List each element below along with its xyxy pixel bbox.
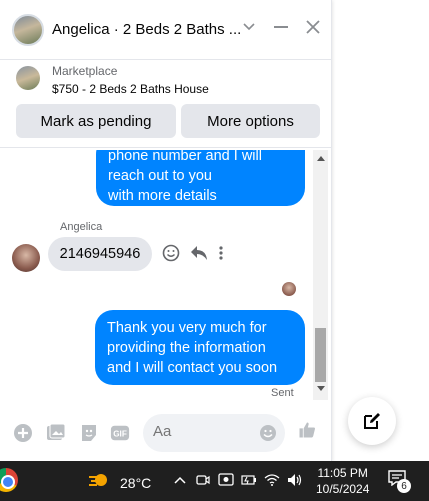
temperature: 28°C xyxy=(120,474,152,491)
scroll-up-arrow-icon[interactable] xyxy=(317,156,325,161)
chrome-icon[interactable] xyxy=(0,468,18,492)
mark-as-pending-button[interactable]: Mark as pending xyxy=(16,104,176,138)
chat-title[interactable]: Angelica · 2 Beds 2 Baths ... xyxy=(52,21,241,38)
windows-taskbar: 28°C 11:05 PM 10/5/2024 6 xyxy=(0,461,429,501)
svg-text:GIF: GIF xyxy=(113,430,127,439)
screen-capture-icon[interactable] xyxy=(218,471,234,489)
message-line: with more details xyxy=(108,188,217,204)
listing-card: Marketplace $750 - 2 Beds 2 Baths House … xyxy=(0,60,332,148)
volume-icon[interactable] xyxy=(287,471,303,489)
gif-icon[interactable]: GIF xyxy=(110,423,130,443)
message-status: Sent xyxy=(271,387,294,399)
sticker-icon[interactable] xyxy=(79,423,99,443)
outgoing-message-bubble[interactable]: phone number and I will reach out to you… xyxy=(96,150,305,206)
message-line: and I will contact you soon xyxy=(107,360,278,376)
clock[interactable]: 11:05 PM 10/5/2024 xyxy=(316,465,369,497)
listing-thumbnail[interactable] xyxy=(16,66,40,90)
photo-icon[interactable] xyxy=(46,423,66,443)
meet-now-icon[interactable] xyxy=(195,471,211,489)
listing-avatar[interactable] xyxy=(12,13,44,46)
scroll-down-arrow-icon[interactable] xyxy=(317,386,325,391)
sender-avatar[interactable] xyxy=(12,244,40,272)
system-tray xyxy=(172,471,303,489)
weather-sun-icon xyxy=(88,470,112,495)
compose-icon xyxy=(364,413,380,429)
scrollbar[interactable] xyxy=(313,150,328,400)
plus-icon[interactable] xyxy=(13,423,33,443)
chevron-down-icon[interactable] xyxy=(240,18,258,36)
chat-header[interactable]: Angelica · 2 Beds 2 Baths ... xyxy=(0,0,332,60)
close-icon[interactable] xyxy=(304,18,322,36)
incoming-message-bubble[interactable]: 2146945946 xyxy=(48,237,152,271)
listing-title[interactable]: $750 - 2 Beds 2 Baths House xyxy=(52,82,209,96)
message-input-wrapper[interactable] xyxy=(143,414,285,452)
message-input[interactable] xyxy=(153,423,253,440)
clock-time: 11:05 PM xyxy=(317,466,368,480)
battery-icon[interactable] xyxy=(241,471,257,489)
header-controls xyxy=(240,18,322,36)
message-composer: GIF xyxy=(0,404,332,460)
more-options-button[interactable]: More options xyxy=(181,104,320,138)
outgoing-message-bubble[interactable]: Thank you very much for providing the in… xyxy=(95,310,305,385)
clock-date: 10/5/2024 xyxy=(316,482,370,496)
react-emoji-icon[interactable] xyxy=(162,244,180,267)
emoji-icon[interactable] xyxy=(259,424,277,447)
weather-widget[interactable]: 28°C xyxy=(88,470,151,495)
message-line: reach out to you xyxy=(108,168,212,184)
like-icon[interactable] xyxy=(297,420,317,440)
message-line: phone number and I will xyxy=(108,150,262,164)
notification-badge: 6 xyxy=(397,479,411,493)
new-message-button[interactable] xyxy=(348,397,396,445)
scrollbar-thumb[interactable] xyxy=(315,328,326,382)
minimize-icon[interactable] xyxy=(272,18,290,36)
chevron-up-icon[interactable] xyxy=(172,471,188,489)
reply-icon[interactable] xyxy=(190,245,208,266)
listing-source: Marketplace xyxy=(52,64,118,78)
message-line: providing the information xyxy=(107,340,266,356)
wifi-icon[interactable] xyxy=(264,471,280,489)
message-thread: phone number and I will reach out to you… xyxy=(0,150,312,400)
sender-name: Angelica xyxy=(60,221,103,233)
more-vertical-icon[interactable] xyxy=(218,245,224,266)
message-line: Thank you very much for xyxy=(107,320,267,336)
chat-window: Angelica · 2 Beds 2 Baths ... Marketplac… xyxy=(0,0,332,462)
seen-indicator-avatar xyxy=(282,282,296,296)
message-actions xyxy=(162,244,224,267)
